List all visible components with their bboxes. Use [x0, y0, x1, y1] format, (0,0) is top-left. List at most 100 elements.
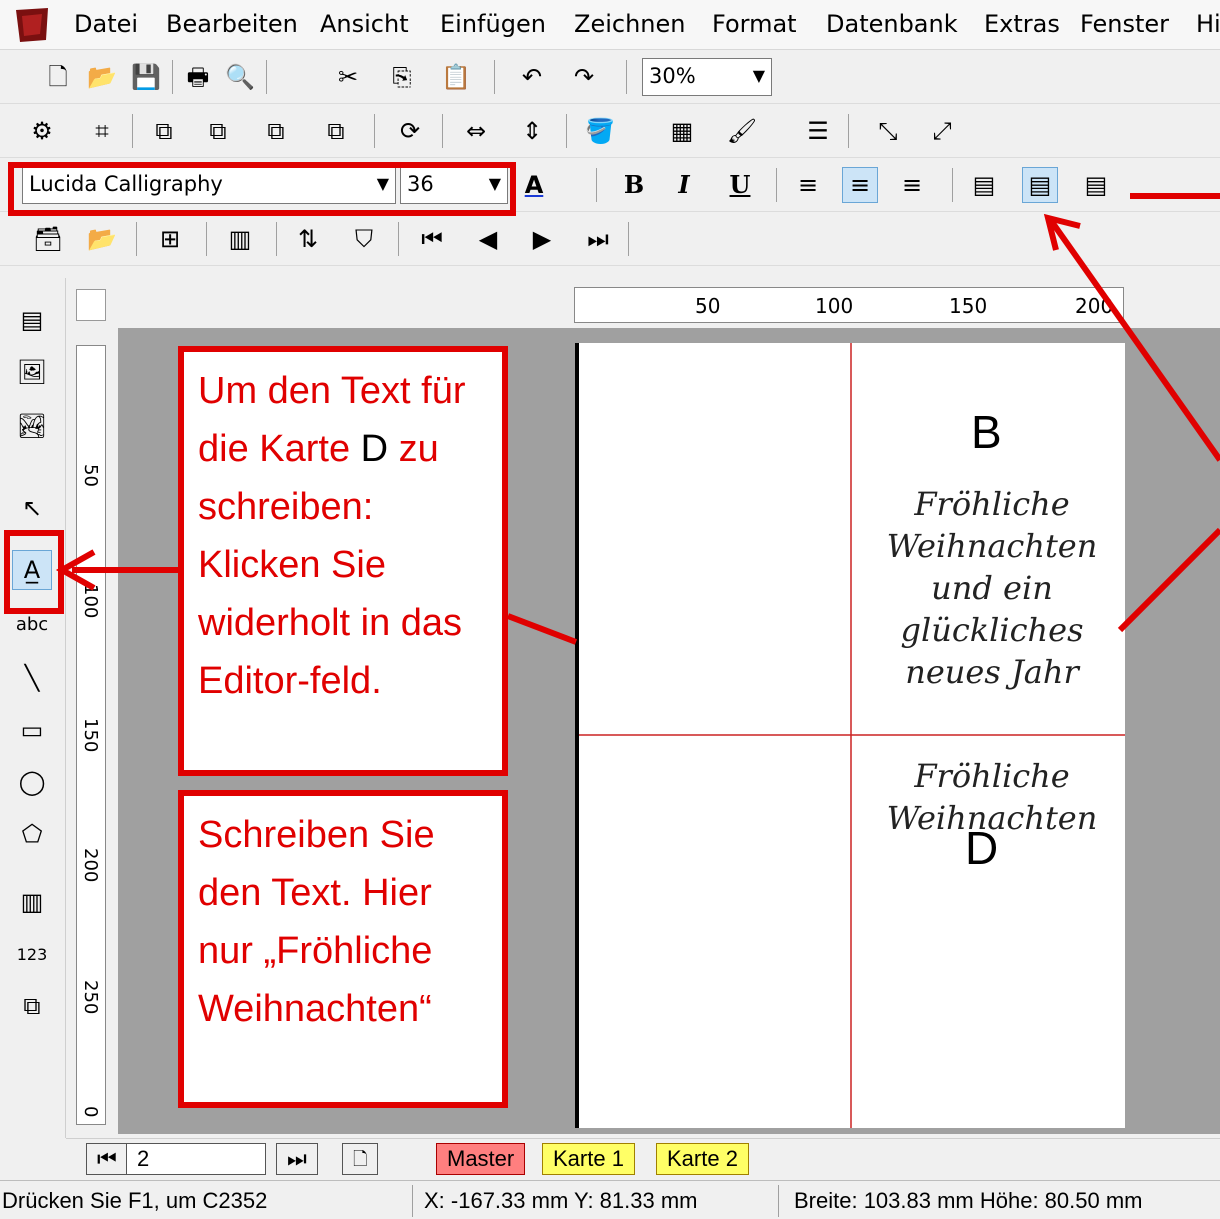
- open-folder-icon[interactable]: 📂: [84, 59, 120, 95]
- bring-forward-icon[interactable]: ⧉: [258, 113, 294, 149]
- fill-color-icon[interactable]: 🪣: [582, 113, 618, 149]
- tab-master[interactable]: Master: [436, 1143, 526, 1175]
- resize-icon[interactable]: ⤡: [870, 113, 906, 149]
- flip-horizontal-icon[interactable]: ⇔: [458, 113, 494, 149]
- line-tool-icon[interactable]: ╲: [12, 658, 52, 698]
- valign-top-icon[interactable]: ▤: [966, 167, 1002, 203]
- menu-einfuegen[interactable]: Einfügen: [440, 10, 546, 38]
- valign-middle-icon[interactable]: ▤: [1022, 167, 1058, 203]
- status-bar: Drücken Sie F1, um C2352 X: -167.33 mm Y…: [0, 1180, 1220, 1219]
- separator: [848, 114, 849, 148]
- menu-bar: Datei Bearbeiten Ansicht Einfügen Zeichn…: [0, 0, 1220, 50]
- chevron-down-icon: ▼: [752, 66, 765, 85]
- object-properties-icon[interactable]: ⚙: [24, 113, 60, 149]
- previous-record-icon[interactable]: ◀: [470, 221, 506, 257]
- add-page-icon[interactable]: 🗋: [342, 1143, 379, 1175]
- ruler-label: 50: [695, 294, 721, 318]
- next-record-icon[interactable]: ▶: [524, 221, 560, 257]
- print-preview-icon[interactable]: 🔍: [222, 59, 258, 95]
- align-left-icon[interactable]: ≡: [790, 167, 826, 203]
- separator: [566, 114, 567, 148]
- send-backward-icon[interactable]: ⧉: [318, 113, 354, 149]
- counter-tool-icon[interactable]: 123: [12, 934, 52, 974]
- line-color-icon[interactable]: 🖌: [724, 113, 760, 149]
- send-to-back-icon[interactable]: ⧉: [200, 113, 236, 149]
- menu-ansicht[interactable]: Ansicht: [320, 10, 409, 38]
- lock-resize-icon[interactable]: ⤢: [924, 113, 960, 149]
- instruction-callout-1: Um den Text für die Karte D zu schreiben…: [178, 346, 508, 776]
- zoom-select[interactable]: 30% ▼: [642, 58, 772, 96]
- page-number-field[interactable]: 2: [126, 1143, 266, 1175]
- valign-bottom-icon[interactable]: ▤: [1078, 167, 1114, 203]
- ruler-label: 200: [80, 848, 101, 883]
- undo-icon[interactable]: ↶: [514, 59, 550, 95]
- redo-icon[interactable]: ↷: [566, 59, 602, 95]
- ruler-label: 0: [80, 1106, 101, 1118]
- new-document-icon[interactable]: 🗋: [40, 59, 76, 95]
- properties-icon[interactable]: ▤: [12, 300, 52, 340]
- last-page-icon[interactable]: ⏭: [276, 1143, 318, 1175]
- flip-vertical-icon[interactable]: ⇕: [514, 113, 550, 149]
- pattern-icon[interactable]: ▦: [664, 113, 700, 149]
- separator: [494, 60, 495, 94]
- paste-icon[interactable]: 📋: [438, 59, 474, 95]
- card-d-text[interactable]: Fröhliche Weihnachten: [859, 755, 1125, 839]
- callout-1-card-letter: D: [360, 428, 389, 470]
- copy-icon[interactable]: ⎘: [384, 59, 420, 95]
- menu-zeichnen[interactable]: Zeichnen: [574, 10, 685, 38]
- cut-icon[interactable]: ✂: [330, 59, 366, 95]
- new-database-icon[interactable]: 🗃: [30, 221, 66, 257]
- bold-button[interactable]: B: [616, 167, 652, 203]
- line-width-icon[interactable]: ☰: [800, 113, 836, 149]
- separator: [276, 222, 277, 256]
- menu-bearbeiten[interactable]: Bearbeiten: [166, 10, 298, 38]
- last-record-icon[interactable]: ⏭: [580, 221, 616, 257]
- ruler-label: 50: [80, 464, 101, 487]
- first-page-icon[interactable]: ⏮: [86, 1143, 128, 1175]
- open-database-icon[interactable]: 📂: [84, 221, 120, 257]
- card-b-text[interactable]: Fröhliche Weihnachten und ein glückliche…: [859, 483, 1125, 693]
- tools-sidebar: ▤ 🖼 🏞 ↖ A̲ abc ╲ ▭ ◯ ⬠ ▥ 123 ⧉: [0, 278, 66, 1138]
- menu-datenbank[interactable]: Datenbank: [826, 10, 958, 38]
- shapes-tool-icon[interactable]: ⧉: [12, 986, 52, 1026]
- image-icon[interactable]: 🏞: [12, 406, 52, 446]
- bring-to-front-icon[interactable]: ⧉: [146, 113, 182, 149]
- ellipse-tool-icon[interactable]: ◯: [12, 762, 52, 802]
- menu-fenster[interactable]: Fenster: [1080, 10, 1169, 38]
- menu-extras[interactable]: Extras: [984, 10, 1060, 38]
- rotate-icon[interactable]: ⟳: [392, 113, 428, 149]
- sort-icon[interactable]: ⇅: [290, 221, 326, 257]
- print-icon[interactable]: 🖶: [180, 59, 216, 95]
- separator: [136, 222, 137, 256]
- status-coordinates: X: -167.33 mm Y: 81.33 mm: [424, 1188, 698, 1213]
- pointer-tool-icon[interactable]: ↖: [12, 488, 52, 528]
- menu-datei[interactable]: Datei: [74, 10, 138, 38]
- menu-format[interactable]: Format: [712, 10, 797, 38]
- horizontal-ruler: 50 100 150 200: [574, 287, 1124, 323]
- insert-field-icon[interactable]: ⊞: [152, 221, 188, 257]
- clipart-icon[interactable]: 🖼: [12, 352, 52, 392]
- save-icon[interactable]: 💾: [128, 59, 164, 95]
- instruction-callout-2: Schreiben Sie den Text. Hier nur „Fröhli…: [178, 790, 508, 1108]
- barcode-tool-icon[interactable]: ▥: [12, 882, 52, 922]
- separator: [266, 60, 267, 94]
- tab-karte-2[interactable]: Karte 2: [656, 1143, 749, 1175]
- ruler-corner[interactable]: [76, 289, 106, 321]
- filter-icon[interactable]: ⛉: [346, 221, 382, 257]
- align-center-icon[interactable]: ≡: [842, 167, 878, 203]
- label-page[interactable]: B Fröhliche Weihnachten und ein glücklic…: [575, 343, 1125, 1128]
- first-record-icon[interactable]: ⏮: [414, 221, 450, 257]
- ruler-label: 100: [80, 584, 101, 619]
- underline-button[interactable]: U: [722, 167, 758, 203]
- crop-icon[interactable]: ⌗: [84, 113, 120, 149]
- italic-button[interactable]: I: [666, 167, 702, 203]
- card-b-letter: B: [971, 406, 1002, 458]
- table-view-icon[interactable]: ▥: [222, 221, 258, 257]
- database-toolbar: 🗃 📂 ⊞ ▥ ⇅ ⛉ ⏮ ◀ ▶ ⏭: [0, 212, 1220, 266]
- menu-hilfe[interactable]: Hi: [1196, 10, 1220, 38]
- polygon-tool-icon[interactable]: ⬠: [12, 814, 52, 854]
- tab-karte-1[interactable]: Karte 1: [542, 1143, 635, 1175]
- align-right-icon[interactable]: ≡: [894, 167, 930, 203]
- rectangle-tool-icon[interactable]: ▭: [12, 710, 52, 750]
- font-color-icon[interactable]: A: [516, 167, 552, 203]
